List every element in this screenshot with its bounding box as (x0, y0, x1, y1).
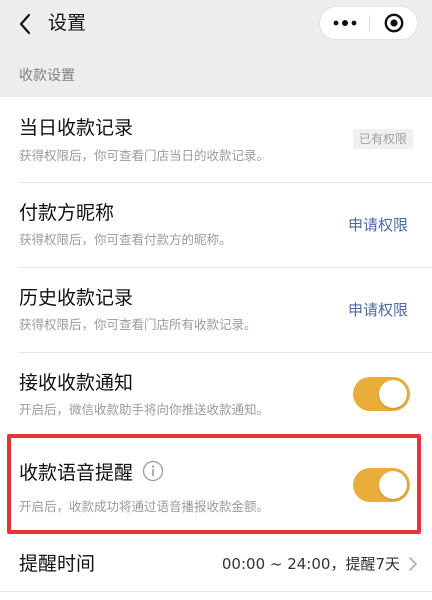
row-title: 提醒时间 (19, 553, 96, 575)
row-history-records: 历史收款记录 获得权限后，你可查看门店所有收款记录。 申请权限 (0, 268, 432, 352)
toggle-knob (379, 471, 407, 499)
row-desc: 开启后，收款成功将通过语音播报收款金额。 (19, 499, 270, 514)
row-payer-nickname: 付款方昵称 获得权限后，你可查看付款方的昵称。 申请权限 (0, 183, 432, 267)
row-desc: 获得权限后，你可查看门店当日的收款记录。 (19, 148, 270, 163)
row-title: 收款语音提醒 (19, 462, 134, 484)
apply-permission-button[interactable]: 申请权限 (348, 299, 408, 321)
bottom-divider (0, 591, 432, 592)
section-title: 收款设置 (19, 68, 75, 84)
voice-reminder-toggle[interactable] (353, 468, 410, 502)
row-desc: 开启后，微信收款助手将向你推送收款通知。 (19, 402, 270, 417)
apply-permission-button[interactable]: 申请权限 (348, 214, 408, 236)
notification-toggle[interactable] (353, 377, 410, 411)
info-icon[interactable] (142, 460, 164, 482)
row-daily-records: 当日收款记录 获得权限后，你可查看门店当日的收款记录。 已有权限 (0, 97, 432, 182)
page-title: 设置 (48, 12, 87, 34)
row-title: 历史收款记录 (19, 287, 134, 309)
more-dots-icon[interactable] (320, 7, 369, 39)
reminder-time-value: 00:00 ~ 24:00，提醒7天 (221, 555, 400, 573)
row-voice-reminder: 收款语音提醒 开启后，收款成功将通过语音播报收款金额。 (0, 437, 432, 533)
nav-bar: 设置 (0, 0, 432, 50)
back-arrow-icon[interactable] (10, 9, 40, 39)
status-badge: 已有权限 (352, 129, 413, 149)
row-receive-notification: 接收收款通知 开启后，微信收款助手将向你推送收款通知。 (0, 353, 432, 437)
row-desc: 获得权限后，你可查看付款方的昵称。 (19, 232, 232, 247)
toggle-knob (379, 380, 407, 408)
target-close-icon[interactable] (370, 7, 417, 39)
row-desc: 获得权限后，你可查看门店所有收款记录。 (19, 317, 257, 332)
row-title: 当日收款记录 (19, 117, 134, 139)
row-title: 接收收款通知 (19, 372, 134, 394)
capsule-menu (319, 6, 418, 40)
chevron-right-icon[interactable] (408, 556, 418, 572)
row-title: 付款方昵称 (19, 202, 115, 224)
